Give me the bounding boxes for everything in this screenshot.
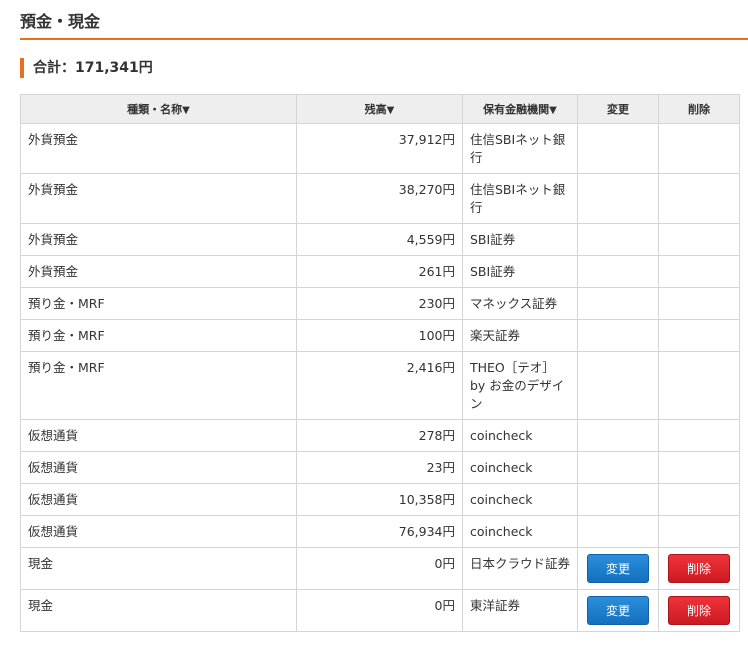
- cell-delete: [658, 451, 740, 484]
- column-header-edit: 変更: [577, 94, 659, 124]
- column-header-institution[interactable]: 保有金融機関▼: [462, 94, 578, 124]
- cell-institution: 楽天証券: [462, 319, 578, 352]
- table-row: 仮想通貨 76,934円 coincheck: [20, 515, 740, 548]
- cell-institution: 住信SBIネット銀行: [462, 123, 578, 174]
- cell-institution: coincheck: [462, 515, 578, 548]
- cell-type: 預り金・MRF: [20, 351, 297, 420]
- cell-edit: [577, 351, 659, 420]
- cell-type: 預り金・MRF: [20, 287, 297, 320]
- table-row: 預り金・MRF 100円 楽天証券: [20, 319, 740, 352]
- cell-edit: [577, 319, 659, 352]
- cell-edit: [577, 515, 659, 548]
- cell-balance: 261円: [296, 255, 463, 288]
- cell-type: 外貨預金: [20, 223, 297, 256]
- table-row: 預り金・MRF 2,416円 THEO［テオ］by お金のデザイン: [20, 351, 740, 420]
- cell-balance: 278円: [296, 419, 463, 452]
- cell-type: 現金: [20, 589, 297, 632]
- delete-button[interactable]: 削除: [668, 554, 730, 583]
- cell-edit: [577, 419, 659, 452]
- cell-delete: [658, 123, 740, 174]
- column-header-type[interactable]: 種類・名称▼: [20, 94, 297, 124]
- cell-delete: [658, 287, 740, 320]
- cell-edit: [577, 451, 659, 484]
- sort-down-icon: ▼: [549, 105, 557, 116]
- cell-institution: coincheck: [462, 419, 578, 452]
- cell-edit: [577, 173, 659, 224]
- cell-type: 現金: [20, 547, 297, 590]
- cell-balance: 2,416円: [296, 351, 463, 420]
- edit-button[interactable]: 変更: [587, 596, 649, 625]
- table-row: 現金 0円 東洋証券 変更 削除: [20, 589, 740, 632]
- table-row: 外貨預金 4,559円 SBI証券: [20, 223, 740, 256]
- cell-balance: 100円: [296, 319, 463, 352]
- cell-balance: 37,912円: [296, 123, 463, 174]
- cell-balance: 0円: [296, 547, 463, 590]
- cell-delete: [658, 419, 740, 452]
- cell-delete: [658, 483, 740, 516]
- table-row: 仮想通貨 23円 coincheck: [20, 451, 740, 484]
- cell-delete: [658, 223, 740, 256]
- table-row: 預り金・MRF 230円 マネックス証券: [20, 287, 740, 320]
- cell-institution: THEO［テオ］by お金のデザイン: [462, 351, 578, 420]
- table-row: 外貨預金 37,912円 住信SBIネット銀行: [20, 123, 740, 174]
- delete-button[interactable]: 削除: [668, 596, 730, 625]
- cell-delete: [658, 255, 740, 288]
- cell-balance: 4,559円: [296, 223, 463, 256]
- cell-delete: [658, 515, 740, 548]
- column-header-balance[interactable]: 残高▼: [296, 94, 463, 124]
- cell-balance: 23円: [296, 451, 463, 484]
- section-title: 預金・現金: [20, 8, 748, 40]
- cell-edit: [577, 483, 659, 516]
- cell-delete: 削除: [658, 547, 740, 590]
- cell-delete: [658, 351, 740, 420]
- cell-institution: 東洋証券: [462, 589, 578, 632]
- cell-edit: [577, 287, 659, 320]
- cell-balance: 0円: [296, 589, 463, 632]
- cell-balance: 38,270円: [296, 173, 463, 224]
- table-row: 外貨預金 38,270円 住信SBIネット銀行: [20, 173, 740, 224]
- cell-edit: [577, 223, 659, 256]
- cell-type: 外貨預金: [20, 255, 297, 288]
- cell-type: 預り金・MRF: [20, 319, 297, 352]
- column-header-delete: 削除: [658, 94, 740, 124]
- cell-delete: 削除: [658, 589, 740, 632]
- cell-delete: [658, 173, 740, 224]
- cell-edit: [577, 123, 659, 174]
- cell-balance: 76,934円: [296, 515, 463, 548]
- table-row: 現金 0円 日本クラウド証券 変更 削除: [20, 547, 740, 590]
- cell-type: 仮想通貨: [20, 451, 297, 484]
- cell-type: 外貨預金: [20, 123, 297, 174]
- sort-down-icon: ▼: [386, 105, 395, 116]
- cell-institution: coincheck: [462, 451, 578, 484]
- sort-down-icon: ▼: [182, 105, 190, 116]
- cell-balance: 230円: [296, 287, 463, 320]
- table-row: 仮想通貨 10,358円 coincheck: [20, 483, 740, 516]
- cell-institution: SBI証券: [462, 223, 578, 256]
- cell-institution: 日本クラウド証券: [462, 547, 578, 590]
- cell-edit: [577, 255, 659, 288]
- deposits-table: 種類・名称▼ 残高▼ 保有金融機関▼ 変更 削除 外貨預金 37,912円 住信…: [20, 94, 740, 632]
- edit-button[interactable]: 変更: [587, 554, 649, 583]
- cell-type: 仮想通貨: [20, 483, 297, 516]
- cell-type: 仮想通貨: [20, 419, 297, 452]
- cell-balance: 10,358円: [296, 483, 463, 516]
- cell-institution: 住信SBIネット銀行: [462, 173, 578, 224]
- table-row: 外貨預金 261円 SBI証券: [20, 255, 740, 288]
- cell-institution: coincheck: [462, 483, 578, 516]
- table-row: 仮想通貨 278円 coincheck: [20, 419, 740, 452]
- cell-edit: 変更: [577, 547, 659, 590]
- cell-type: 外貨預金: [20, 173, 297, 224]
- cell-delete: [658, 319, 740, 352]
- table-header-row: 種類・名称▼ 残高▼ 保有金融機関▼ 変更 削除: [20, 94, 740, 124]
- cell-institution: SBI証券: [462, 255, 578, 288]
- total-summary: 合計：171,341円: [20, 58, 153, 78]
- cell-type: 仮想通貨: [20, 515, 297, 548]
- cell-institution: マネックス証券: [462, 287, 578, 320]
- cell-edit: 変更: [577, 589, 659, 632]
